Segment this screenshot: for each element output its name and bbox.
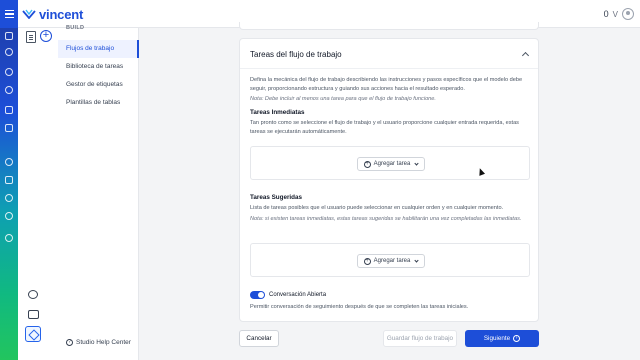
chevron-down-icon (414, 257, 419, 263)
cloud-icon[interactable] (5, 158, 13, 166)
main-content: Tareas del flujo de trabajo Defina la me… (139, 22, 640, 360)
sidebar-item-task-library[interactable]: Biblioteca de tareas (58, 58, 139, 76)
box-icon[interactable] (25, 326, 41, 342)
divider (240, 68, 538, 69)
open-conversation-label: Conversación Abierta (269, 292, 327, 298)
immediate-tasks-description: Tan pronto como se seleccione el flujo d… (250, 120, 519, 135)
chat-icon[interactable] (28, 290, 38, 299)
app-rail (0, 28, 18, 360)
immediate-tasks-title: Tareas Inmediatas (250, 109, 305, 116)
brand-logo[interactable]: vincent (22, 6, 84, 22)
sidebar-item-workflows[interactable]: Flujos de trabajo (58, 40, 139, 58)
previous-card (239, 22, 539, 30)
add-task-label: Agregar tarea (373, 161, 411, 167)
compass-icon[interactable] (5, 86, 13, 94)
suggested-tasks-note: Nota: si existen tareas inmediatas, esta… (250, 216, 522, 222)
info-icon[interactable] (5, 234, 13, 242)
user-avatar-icon[interactable] (622, 8, 634, 20)
card-description: Defina la mecánica del flujo de trabajo … (250, 77, 523, 92)
folder-icon[interactable] (5, 106, 13, 114)
build-sidebar: + BUILD Flujos de trabajo Biblioteca de … (18, 25, 139, 360)
user-initial[interactable]: V (613, 10, 618, 19)
next-button[interactable]: Siguiente › (465, 330, 539, 347)
sidebar-section-title: BUILD (66, 25, 85, 31)
form-footer: Cancelar Guardar flujo de trabajo Siguie… (239, 330, 539, 348)
help-center-label: Studio Help Center (76, 339, 131, 346)
chart-icon[interactable] (5, 212, 13, 220)
plus-circle-icon: + (363, 257, 371, 265)
add-suggested-task-button[interactable]: + Agregar tarea (357, 254, 425, 268)
home-icon[interactable] (5, 32, 13, 40)
cancel-button[interactable]: Cancelar (239, 330, 279, 347)
suggested-tasks-description: Lista de tareas posibles que el usuario … (250, 205, 504, 211)
card-note: Nota: Debe incluir al menos una tarea pa… (250, 96, 436, 102)
notification-count[interactable]: 0 (604, 9, 609, 19)
sidebar-item-table-templates[interactable]: Plantillas de tablas (58, 94, 139, 112)
suggested-tasks-dropzone: + Agregar tarea (250, 243, 530, 277)
help-icon: ? (66, 339, 73, 346)
immediate-tasks-dropzone: + Agregar tarea (250, 146, 530, 180)
document-icon[interactable] (5, 176, 13, 184)
suggested-tasks-title: Tareas Sugeridas (250, 194, 303, 201)
settings-icon[interactable] (5, 194, 13, 202)
open-conversation-row: Conversación Abierta (250, 291, 326, 299)
help-center-link[interactable]: ? Studio Help Center (66, 339, 131, 346)
add-task-label: Agregar tarea (373, 258, 411, 264)
search-icon[interactable] (5, 68, 13, 76)
next-label: Siguiente (483, 335, 511, 342)
save-workflow-button[interactable]: Guardar flujo de trabajo (383, 330, 457, 347)
menu-icon[interactable] (0, 0, 18, 28)
arrow-right-icon: › (513, 335, 521, 342)
users-icon[interactable] (5, 48, 13, 56)
add-icon[interactable]: + (40, 30, 52, 42)
notes-icon[interactable] (26, 31, 36, 43)
card-title: Tareas del flujo de trabajo (250, 50, 342, 59)
brand-name: vincent (39, 6, 84, 22)
open-conversation-toggle[interactable] (250, 291, 265, 299)
chevron-down-icon (414, 160, 419, 166)
open-conversation-description: Permitir conversación de seguimiento des… (250, 304, 469, 310)
plus-circle-icon: + (363, 160, 371, 168)
sidebar-item-tag-manager[interactable]: Gestor de etiquetas (58, 76, 139, 94)
chevron-up-icon[interactable] (521, 51, 530, 60)
logo-mark-icon (22, 9, 36, 19)
calendar-icon[interactable] (5, 124, 13, 132)
workflow-tasks-card: Tareas del flujo de trabajo Defina la me… (239, 38, 539, 322)
add-immediate-task-button[interactable]: + Agregar tarea (357, 157, 425, 171)
stack-icon[interactable] (28, 310, 39, 319)
